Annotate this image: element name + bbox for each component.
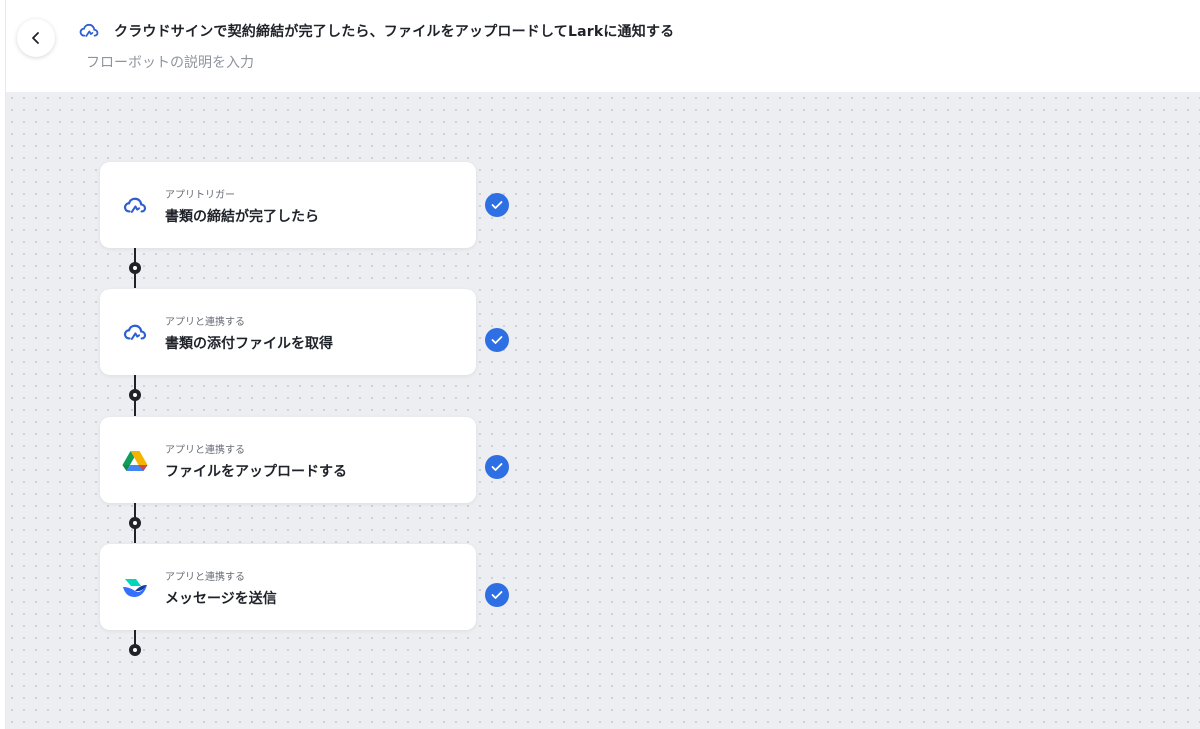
- checkmark-icon: [485, 328, 509, 352]
- lark-icon: [122, 576, 148, 600]
- flow-node-get-attachment[interactable]: アプリと連携する 書類の添付ファイルを取得: [100, 289, 476, 375]
- flow-canvas[interactable]: アプリトリガー 書類の締結が完了したら アプリと連携する 書類の添付ファイルを取…: [6, 92, 1200, 729]
- cloudsign-cloud-icon: [122, 194, 148, 218]
- node-title: 書類の添付ファイルを取得: [165, 336, 333, 352]
- add-step-button[interactable]: [129, 389, 141, 401]
- node-type-label: アプリと連携する: [165, 445, 245, 456]
- chevron-left-icon: [32, 32, 39, 44]
- flow-header: クラウドサインで契約締結が完了したら、ファイルをアップロードしてLarkに通知す…: [6, 0, 1200, 93]
- add-step-button[interactable]: [129, 262, 141, 274]
- flow-node-trigger[interactable]: アプリトリガー 書類の締結が完了したら: [100, 162, 476, 248]
- add-step-button[interactable]: [129, 644, 141, 656]
- node-type-label: アプリと連携する: [165, 317, 245, 328]
- cloudsign-cloud-icon: [122, 321, 148, 345]
- node-title: 書類の締結が完了したら: [165, 209, 319, 225]
- node-title: メッセージを送信: [165, 591, 277, 607]
- node-type-label: アプリトリガー: [165, 190, 235, 201]
- flow-description-input[interactable]: フローボットの説明を入力: [86, 52, 254, 72]
- add-step-button[interactable]: [129, 517, 141, 529]
- flow-title[interactable]: クラウドサインで契約締結が完了したら、ファイルをアップロードしてLarkに通知す…: [114, 21, 674, 41]
- node-title: ファイルをアップロードする: [165, 464, 347, 480]
- checkmark-icon: [485, 193, 509, 217]
- flow-node-upload-file[interactable]: アプリと連携する ファイルをアップロードする: [100, 417, 476, 503]
- checkmark-icon: [485, 583, 509, 607]
- google-drive-icon: [122, 449, 148, 473]
- cloudsign-cloud-icon: [79, 23, 99, 37]
- back-button[interactable]: [17, 19, 55, 57]
- flowbot-editor: クラウドサインで契約締結が完了したら、ファイルをアップロードしてLarkに通知す…: [5, 0, 1200, 729]
- checkmark-icon: [485, 455, 509, 479]
- node-type-label: アプリと連携する: [165, 572, 245, 583]
- flow-node-send-message[interactable]: アプリと連携する メッセージを送信: [100, 544, 476, 630]
